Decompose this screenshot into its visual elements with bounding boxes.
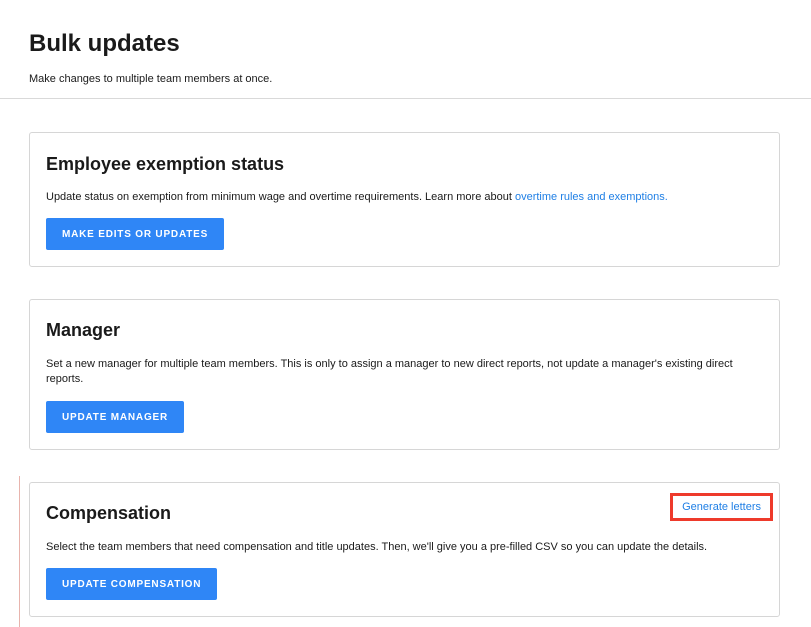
- compensation-card: Compensation Generate letters Select the…: [29, 482, 780, 617]
- card-description: Update status on exemption from minimum …: [46, 190, 761, 205]
- card-title: Compensation: [46, 503, 172, 523]
- page-title: Bulk updates: [29, 30, 180, 57]
- make-edits-button[interactable]: MAKE EDITS OR UPDATES: [46, 218, 225, 250]
- update-compensation-button[interactable]: UPDATE COMPENSATION: [46, 568, 218, 600]
- manager-card: Manager Set a new manager for multiple t…: [29, 299, 780, 450]
- card-description: Select the team members that need compen…: [46, 541, 708, 553]
- card-title: Employee exemption status: [46, 154, 285, 174]
- update-manager-button[interactable]: UPDATE MANAGER: [46, 401, 185, 433]
- left-guide-line: [19, 476, 20, 627]
- generate-letters-link[interactable]: Generate letters: [670, 493, 773, 521]
- overtime-rules-link[interactable]: overtime rules and exemptions.: [515, 191, 668, 203]
- description-text: Update status on exemption from minimum …: [46, 191, 515, 203]
- card-description: Set a new manager for multiple team memb…: [46, 358, 733, 385]
- exemption-status-card: Employee exemption status Update status …: [29, 132, 780, 267]
- page-subtitle: Make changes to multiple team members at…: [29, 73, 273, 85]
- page-header: Bulk updates Make changes to multiple te…: [0, 0, 811, 99]
- card-title: Manager: [46, 320, 121, 340]
